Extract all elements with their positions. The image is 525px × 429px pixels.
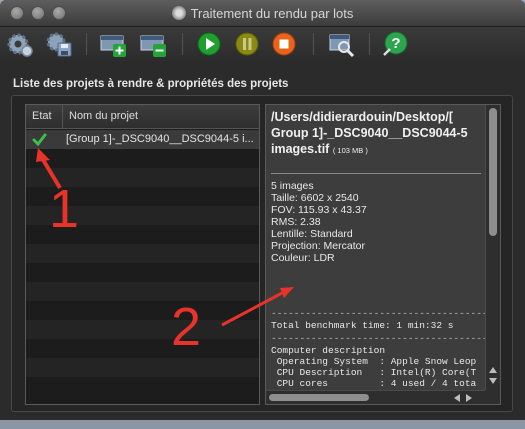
- svg-text:?: ?: [391, 35, 400, 52]
- desktop-background: [0, 420, 525, 429]
- annotation-number-1: 1: [49, 179, 80, 239]
- scroll-thumb[interactable]: [269, 394, 369, 401]
- path-line: images.tif: [271, 142, 330, 156]
- stop-icon: [272, 32, 296, 56]
- computer-line: Operating System : Apple Snow Leop: [271, 356, 477, 367]
- empty-row: [26, 301, 259, 320]
- vertical-scrollbar[interactable]: [485, 105, 500, 391]
- horizontal-scrollbar[interactable]: [266, 390, 486, 404]
- toolbar-separator: [182, 33, 183, 55]
- column-header-nom[interactable]: Nom du projet: [69, 110, 138, 122]
- start-button[interactable]: [195, 30, 223, 58]
- info-line: Projection: Mercator: [271, 240, 365, 252]
- column-header-etat[interactable]: Etat: [32, 110, 52, 122]
- dash-separator: --------------------------------------: [271, 308, 486, 319]
- empty-row: [26, 149, 259, 168]
- scroll-left-arrow-icon[interactable]: [454, 394, 460, 402]
- app-icon: [171, 6, 186, 20]
- stop-button[interactable]: [270, 30, 298, 58]
- path-line: /Users/didierardouin/Desktop/[: [271, 110, 453, 124]
- info-line: 5 images: [271, 180, 314, 192]
- magnifier-icon: [329, 34, 355, 58]
- project-file-path: /Users/didierardouin/Desktop/[ Group 1]-…: [271, 109, 483, 159]
- info-line: RMS: 2.38: [271, 216, 321, 228]
- toolbar-separator: [313, 33, 314, 55]
- benchmark-time: Total benchmark time: 1 min:32 s: [271, 320, 454, 331]
- project-details-pane[interactable]: /Users/didierardouin/Desktop/[ Group 1]-…: [265, 104, 501, 405]
- empty-row: [26, 339, 259, 358]
- empty-row: [26, 377, 259, 396]
- project-name: [Group 1]-_DSC9040__DSC9044-5 i...: [66, 133, 254, 145]
- empty-row: [26, 358, 259, 377]
- scroll-thumb[interactable]: [489, 108, 497, 236]
- table-row[interactable]: [Group 1]-_DSC9040__DSC9044-5 i...: [26, 130, 259, 149]
- preview-button[interactable]: [327, 30, 355, 58]
- add-plus-icon: [100, 35, 126, 57]
- remove-project-button[interactable]: [139, 30, 167, 58]
- toolbar-separator: [369, 33, 370, 55]
- info-line: Couleur: LDR: [271, 252, 335, 264]
- empty-row: [26, 263, 259, 282]
- column-divider: [62, 105, 63, 129]
- save-button[interactable]: [45, 30, 73, 58]
- scroll-up-arrow-icon[interactable]: [489, 367, 497, 373]
- computer-line: Computer description: [271, 345, 386, 356]
- play-icon: [197, 32, 221, 56]
- pause-button[interactable]: [233, 30, 261, 58]
- toolbar-separator: [86, 33, 87, 55]
- add-project-button[interactable]: [99, 30, 127, 58]
- annotation-number-2: 2: [171, 297, 202, 357]
- path-line: Group 1]-_DSC9040__DSC9044-5: [271, 126, 468, 140]
- list-header: Etat Nom du projet: [26, 105, 259, 129]
- computer-line: CPU Description : Intel(R) Core(T: [271, 367, 477, 378]
- scroll-corner: [485, 390, 500, 404]
- disk-save-icon: [46, 32, 72, 57]
- info-line: Lentille: Standard: [271, 228, 353, 240]
- dash-separator: --------------------------------------: [271, 333, 486, 344]
- gear-icon: [7, 33, 33, 57]
- empty-row: [26, 282, 259, 301]
- remove-minus-icon: [140, 35, 166, 57]
- toolbar: ?: [0, 27, 525, 61]
- project-info: 5 images Taille: 6602 x 2540 FOV: 115.93…: [271, 180, 367, 264]
- file-size: ( 103 MB ): [332, 146, 368, 155]
- title-bar: Traitement du rendu par lots: [0, 0, 525, 27]
- scroll-right-arrow-icon[interactable]: [466, 394, 472, 402]
- divider: [271, 173, 481, 174]
- help-button[interactable]: ?: [381, 30, 409, 58]
- window-title: Traitement du rendu par lots: [190, 6, 354, 21]
- scroll-down-arrow-icon[interactable]: [489, 378, 497, 384]
- check-icon: [32, 133, 47, 147]
- info-line: FOV: 115.93 x 43.37: [271, 204, 367, 216]
- section-title: Liste des projets à rendre & propriétés …: [13, 78, 289, 90]
- empty-row: [26, 320, 259, 339]
- info-line: Taille: 6602 x 2540: [271, 192, 359, 204]
- batch-render-window: Traitement du rendu par lots ? Liste des…: [0, 0, 525, 429]
- project-list[interactable]: Etat Nom du projet [Group 1]-_DSC9040__D…: [25, 104, 260, 405]
- empty-row: [26, 244, 259, 263]
- pause-icon: [235, 32, 259, 56]
- settings-gear-button[interactable]: [6, 30, 34, 58]
- computer-line: CPU cores : 4 used / 4 tota: [271, 378, 477, 389]
- help-question-icon: ?: [383, 31, 408, 56]
